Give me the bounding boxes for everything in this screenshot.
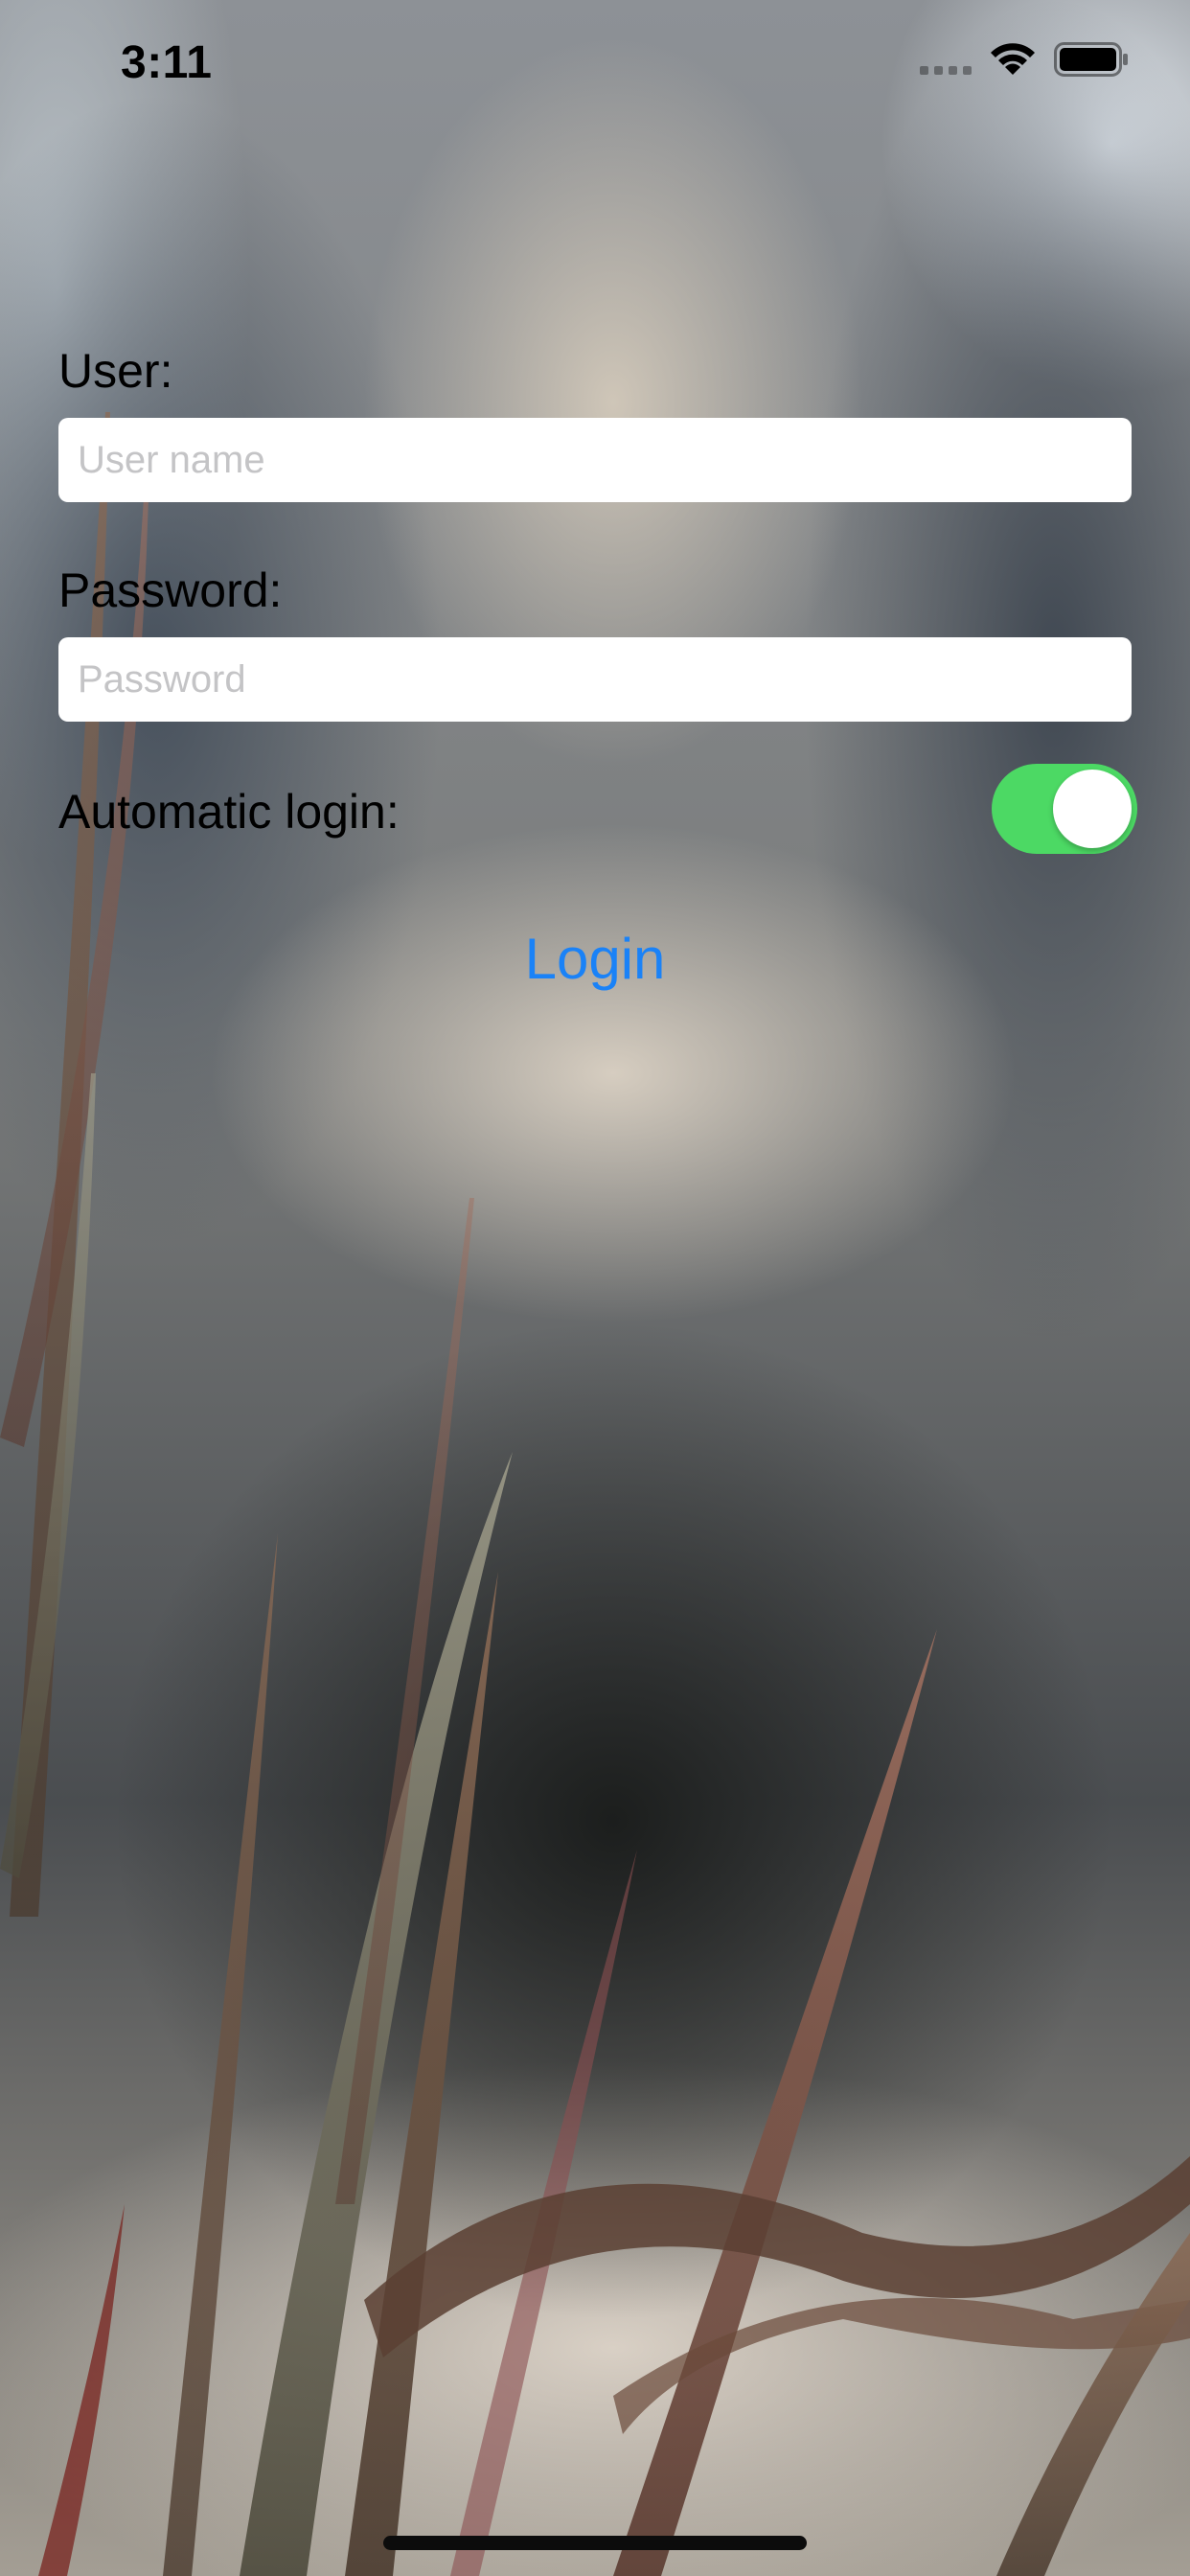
toggle-knob [1053,770,1132,848]
password-label: Password: [58,564,283,617]
wifi-icon [991,43,1035,75]
background-photo [0,0,1190,2576]
status-icons [920,42,1129,77]
grass-blades-image [0,412,1190,2576]
user-label: User: [58,344,173,398]
battery-icon [1054,42,1128,77]
user-name-input[interactable] [58,418,1132,502]
status-time: 3:11 [121,37,213,88]
home-indicator[interactable] [383,2536,807,2550]
automatic-login-toggle[interactable] [992,764,1137,854]
login-button[interactable]: Login [403,915,787,1001]
cellular-signal-icon [920,44,972,75]
password-input[interactable] [58,637,1132,722]
automatic-login-label: Automatic login: [58,785,400,839]
